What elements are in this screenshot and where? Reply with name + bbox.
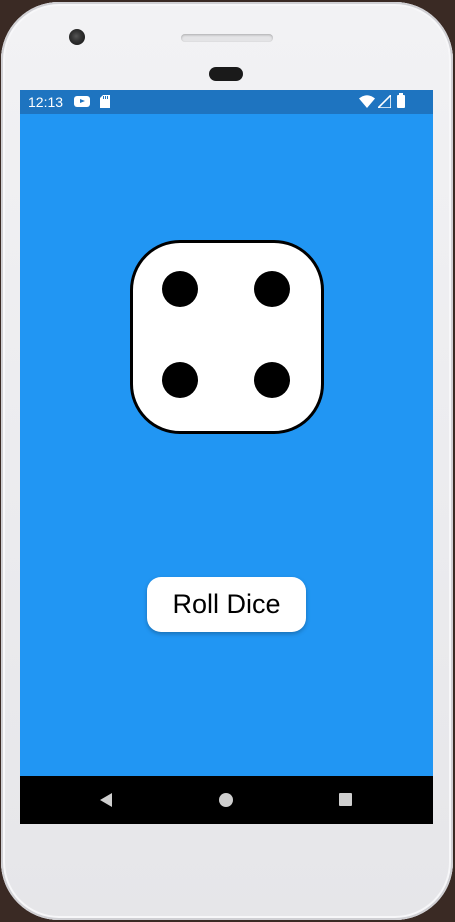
app-content: Roll Dice (20, 114, 433, 776)
navigation-bar (20, 776, 433, 824)
back-icon[interactable] (100, 793, 112, 807)
sd-card-icon (100, 95, 110, 108)
dice-pip (162, 362, 198, 398)
screen: 12:13 Roll Dice (20, 90, 433, 824)
dice-pip (254, 362, 290, 398)
speaker-grille (181, 34, 273, 42)
recents-icon[interactable] (339, 793, 352, 806)
dice-pip (254, 271, 290, 307)
home-icon[interactable] (219, 793, 233, 807)
roll-dice-button[interactable]: Roll Dice (147, 577, 306, 632)
wifi-icon (359, 95, 375, 108)
battery-icon (397, 93, 405, 108)
status-time: 12:13 (28, 94, 64, 110)
youtube-icon (74, 96, 90, 107)
front-camera (69, 29, 85, 45)
signal-icon (378, 95, 391, 108)
earpiece (209, 67, 243, 81)
dice-pip (162, 271, 198, 307)
dice-face (130, 240, 324, 434)
status-bar: 12:13 (20, 90, 433, 114)
